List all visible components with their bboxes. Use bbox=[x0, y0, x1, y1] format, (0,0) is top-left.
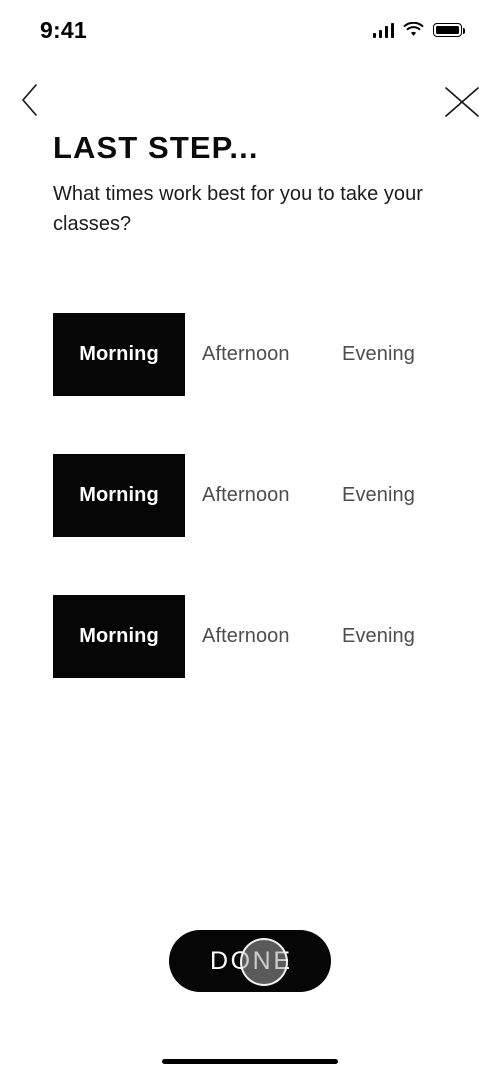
page-title: LAST STEP... bbox=[53, 130, 259, 165]
option-morning-3[interactable]: Morning bbox=[53, 595, 185, 678]
time-preference-row: Morning Afternoon Evening bbox=[0, 454, 500, 537]
close-x-icon bbox=[445, 87, 479, 117]
heading-block: LAST STEP... What times work best for yo… bbox=[53, 130, 453, 240]
option-evening-3[interactable]: Evening bbox=[342, 595, 415, 678]
option-afternoon-3[interactable]: Afternoon bbox=[202, 595, 290, 678]
cellular-signal-icon bbox=[372, 22, 394, 38]
status-bar-icons bbox=[372, 22, 465, 38]
page-subtitle: What times work best for you to take you… bbox=[53, 182, 423, 236]
time-preference-row: Morning Afternoon Evening bbox=[0, 595, 500, 678]
navigation-bar bbox=[0, 78, 500, 128]
tap-cursor-indicator bbox=[240, 938, 288, 986]
status-bar-time: 9:41 bbox=[40, 16, 87, 43]
phone-screen: 9:41 LAST STEP... What times work best f… bbox=[0, 0, 500, 1080]
wifi-icon bbox=[403, 22, 424, 36]
option-morning-2[interactable]: Morning bbox=[53, 454, 185, 537]
back-button[interactable] bbox=[8, 78, 52, 122]
time-preference-row: Morning Afternoon Evening bbox=[0, 313, 500, 396]
home-indicator bbox=[162, 1059, 338, 1064]
option-evening-2[interactable]: Evening bbox=[342, 454, 415, 537]
option-evening-1[interactable]: Evening bbox=[342, 313, 415, 396]
status-bar: 9:41 bbox=[0, 0, 500, 60]
time-preference-rows: Morning Afternoon Evening Morning Aftern… bbox=[0, 313, 500, 736]
option-morning-1[interactable]: Morning bbox=[53, 313, 185, 396]
chevron-left-icon bbox=[22, 84, 37, 116]
close-button[interactable] bbox=[436, 76, 488, 128]
battery-full-icon bbox=[433, 23, 465, 37]
option-afternoon-2[interactable]: Afternoon bbox=[202, 454, 290, 537]
option-afternoon-1[interactable]: Afternoon bbox=[202, 313, 290, 396]
